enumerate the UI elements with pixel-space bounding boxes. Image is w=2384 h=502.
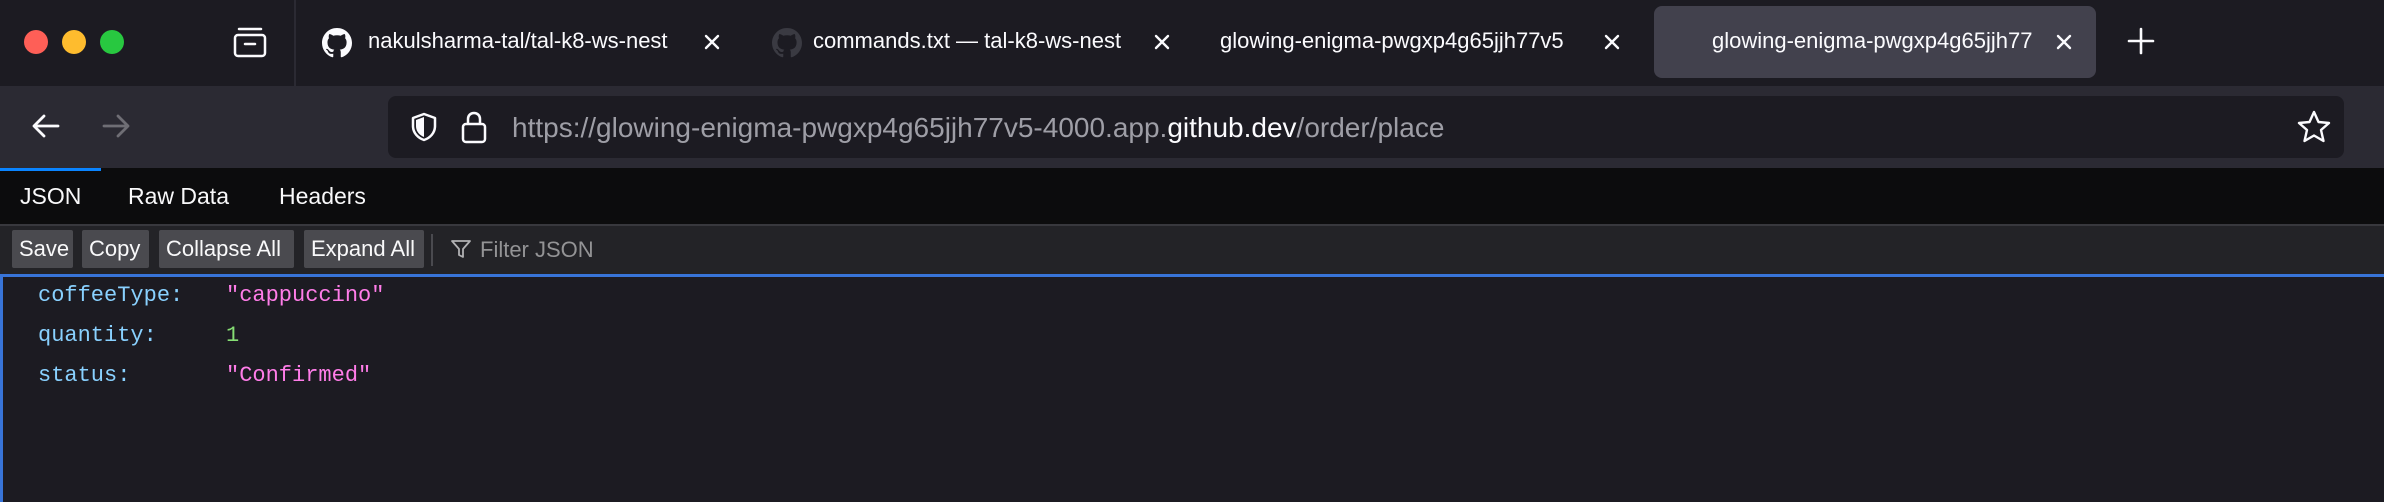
json-value: "cappuccino" <box>226 283 385 308</box>
close-window-button[interactable] <box>24 30 48 54</box>
new-tab-icon[interactable] <box>2124 24 2158 58</box>
viewer-tab-bar: JSON Raw Data Headers <box>0 168 2384 226</box>
back-arrow-icon[interactable] <box>26 106 66 146</box>
json-key: quantity: <box>38 323 157 348</box>
tab-github-repo[interactable]: nakulsharma-tal/tal-k8-ws-nest <box>300 6 740 78</box>
tab-manager-icon[interactable] <box>233 26 267 58</box>
tab-codespace-active[interactable]: glowing-enigma-pwgxp4g65jjh77 <box>1654 6 2096 78</box>
close-tab-icon[interactable] <box>698 28 726 56</box>
json-toolbar: Save Copy Collapse All Expand All <box>0 226 2384 274</box>
collapse-all-button[interactable]: Collapse All <box>159 230 294 268</box>
json-value: 1 <box>226 323 240 348</box>
close-tab-icon[interactable] <box>1598 28 1626 56</box>
tab-title: glowing-enigma-pwgxp4g65jjh77 <box>1712 28 2033 53</box>
close-tab-icon[interactable] <box>1148 28 1176 56</box>
navigation-bar: https://glowing-enigma-pwgxp4g65jjh77v5-… <box>0 86 2384 168</box>
lock-icon[interactable] <box>460 110 488 144</box>
maximize-window-button[interactable] <box>100 30 124 54</box>
tab-commands-txt[interactable]: commands.txt — tal-k8-ws-nest <box>750 6 1190 78</box>
json-key: coffeeType: <box>38 283 184 308</box>
tab-strip-divider <box>294 0 296 86</box>
minimize-window-button[interactable] <box>62 30 86 54</box>
tab-headers[interactable]: Headers <box>279 168 366 224</box>
save-button[interactable]: Save <box>12 230 73 268</box>
url-bar[interactable]: https://glowing-enigma-pwgxp4g65jjh77v5-… <box>388 96 2344 158</box>
tab-json[interactable]: JSON <box>0 168 102 224</box>
copy-button[interactable]: Copy <box>82 230 149 268</box>
url-host: github.dev <box>1167 112 1297 143</box>
github-icon <box>772 28 802 58</box>
toolbar-divider <box>431 234 433 266</box>
close-tab-icon[interactable] <box>2050 28 2078 56</box>
json-value: "Confirmed" <box>226 363 372 388</box>
tab-codespace-1[interactable]: glowing-enigma-pwgxp4g65jjh77v5 <box>1200 6 1640 78</box>
filter-json-input[interactable] <box>478 232 882 268</box>
url-path: /order/place <box>1296 112 1445 143</box>
json-tree: coffeeType: "cappuccino" quantity: 1 sta… <box>0 274 2384 502</box>
tab-title: commands.txt — tal-k8-ws-nest <box>813 28 1122 53</box>
expand-all-button[interactable]: Expand All <box>304 230 424 268</box>
url-prefix: https://glowing-enigma-pwgxp4g65jjh77v5-… <box>512 112 1168 143</box>
tab-raw-data[interactable]: Raw Data <box>128 168 229 224</box>
tab-title: nakulsharma-tal/tal-k8-ws-nest <box>368 28 668 53</box>
bookmark-star-icon[interactable] <box>2296 109 2332 145</box>
github-icon <box>322 28 352 58</box>
tab-title: glowing-enigma-pwgxp4g65jjh77v5 <box>1220 28 1564 53</box>
filter-icon <box>450 238 472 260</box>
url-text[interactable]: https://glowing-enigma-pwgxp4g65jjh77v5-… <box>512 112 1444 144</box>
forward-arrow-icon[interactable] <box>96 106 136 146</box>
json-key: status: <box>38 363 131 388</box>
shield-icon[interactable] <box>408 111 440 143</box>
tab-strip: nakulsharma-tal/tal-k8-ws-nest commands.… <box>0 0 2384 86</box>
